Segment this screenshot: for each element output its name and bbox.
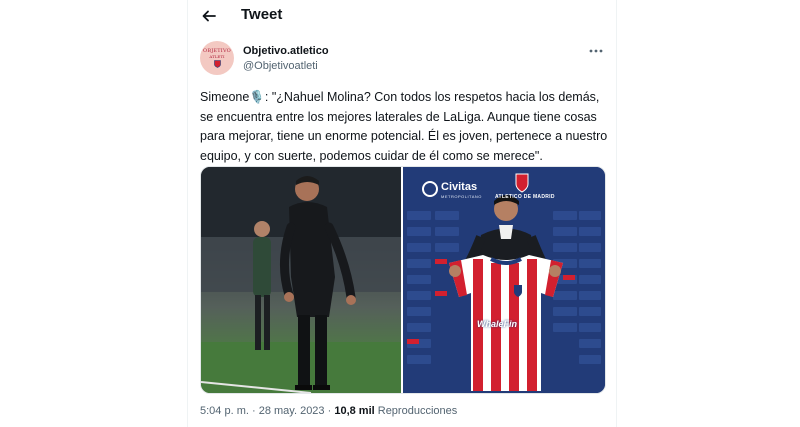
arrow-left-icon [202,10,216,22]
tweet-meta: 5:04 p. m. · 28 may. 2023 · 10,8 mil Rep… [200,405,457,417]
sponsor-text: Civitas [441,181,478,193]
shirt-sponsor-text: WhaleFin [477,319,517,329]
meta-separator: · [248,405,259,417]
author-display-name[interactable]: Objetivo.atletico [243,45,329,57]
photo-right[interactable]: Civitas METROPOLITANO ATLETICO DE MADRID… [403,167,605,393]
tweet-text: Simeone🎙️: "¿Nahuel Molina? Con todos lo… [200,90,608,163]
avatar[interactable]: OBJETIVO ATLETI [200,41,234,75]
coach-figure-image [201,167,401,393]
back-button[interactable] [198,5,220,27]
crest-icon [213,60,221,68]
more-dots-icon [589,49,603,53]
tweet-date[interactable]: 28 may. 2023 [259,405,325,417]
tweet-column: Tweet OBJETIVO ATLETI Objetivo.atletico … [187,0,617,427]
tweet-header: Tweet [188,0,616,32]
sponsor-subtext: METROPOLITANO [441,194,482,199]
photo-left[interactable] [201,167,401,393]
page-title: Tweet [241,6,283,23]
author-handle[interactable]: @Objetivoatleti [243,60,318,72]
meta-separator-2: · [324,405,335,417]
presentation-image [403,167,605,393]
more-options-button[interactable] [586,44,606,58]
media-grid: Civitas METROPOLITANO ATLETICO DE MADRID… [200,166,606,394]
views-label: Reproducciones [377,405,458,417]
tweet-time[interactable]: 5:04 p. m. [200,405,249,417]
avatar-text-line2: ATLETI [209,54,225,59]
stadium-text: ATLETICO DE MADRID [495,194,555,200]
views-count: 10,8 mil [334,405,375,417]
